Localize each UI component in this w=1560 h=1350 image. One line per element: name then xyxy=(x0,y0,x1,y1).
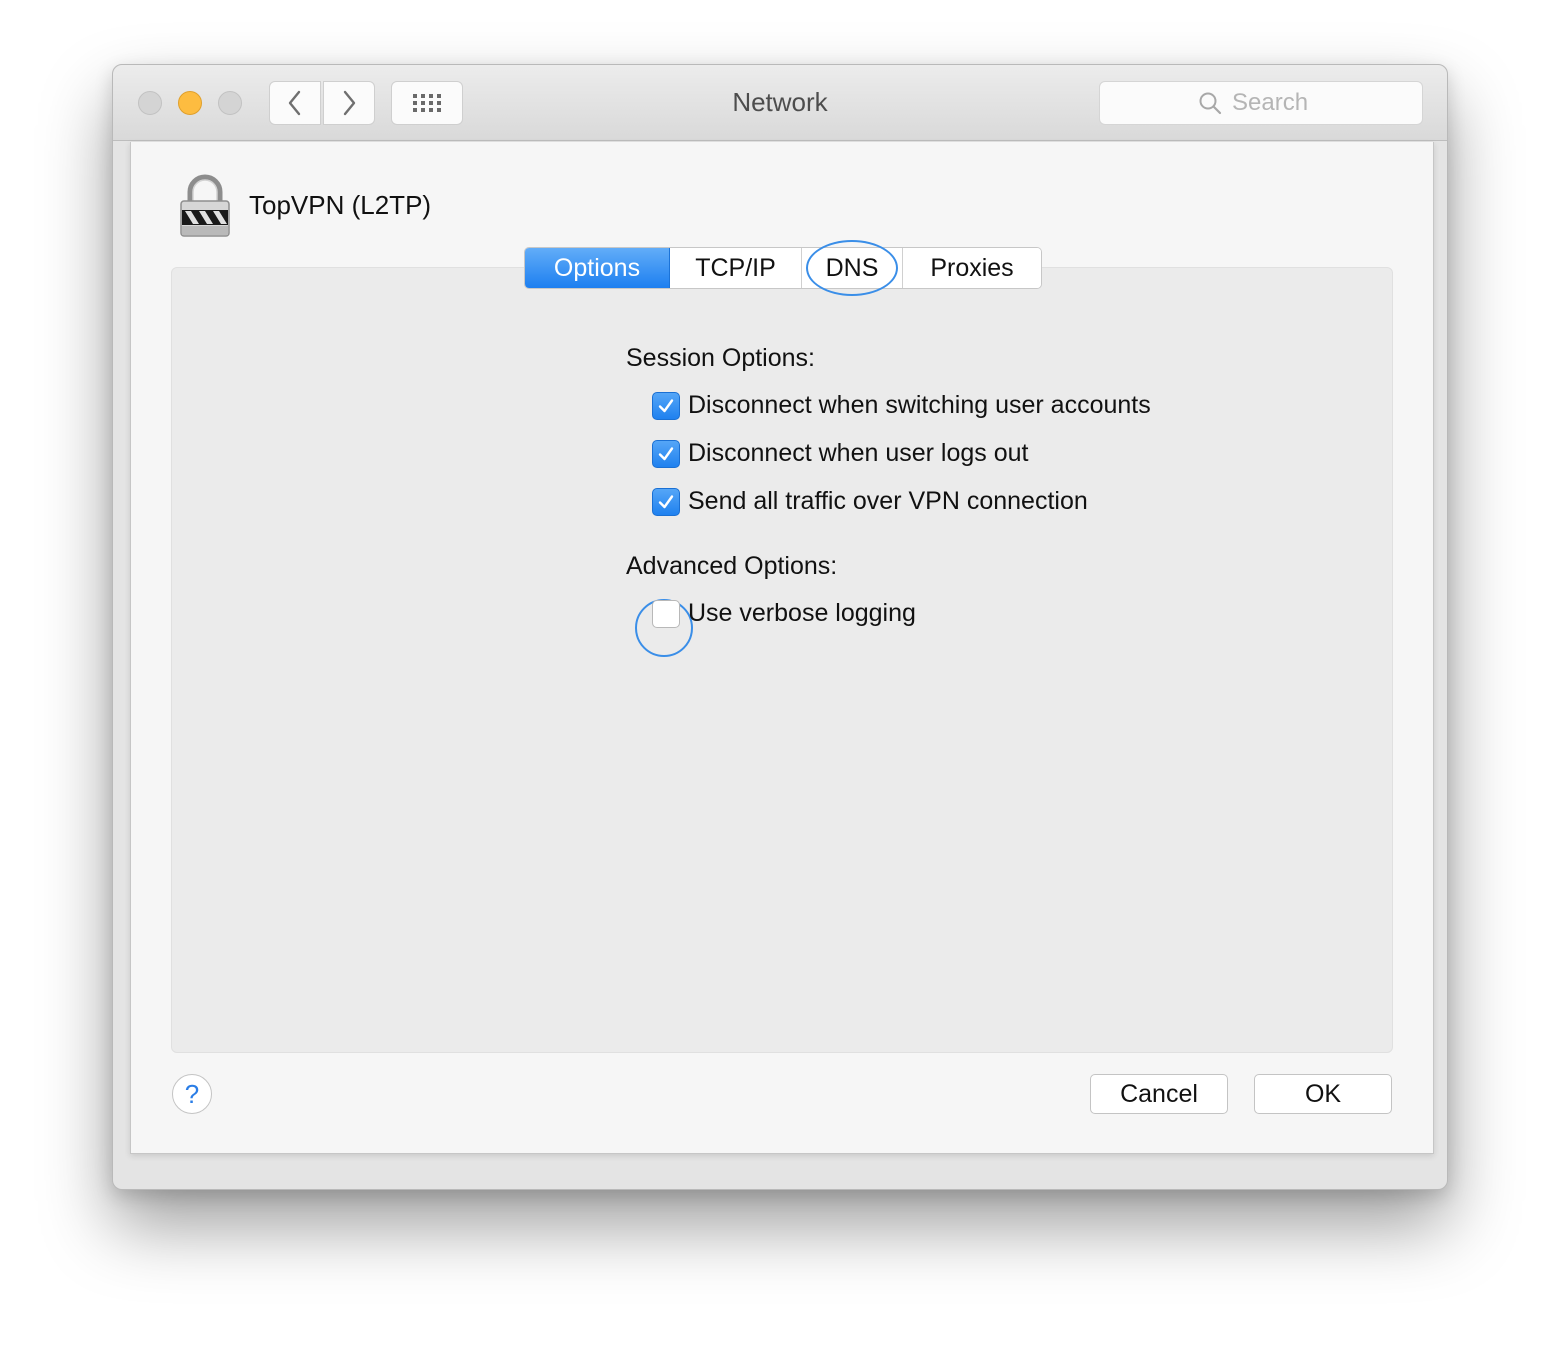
send-all-traffic-checkbox[interactable]: Send all traffic over VPN connection xyxy=(652,487,1088,516)
checkmark-icon xyxy=(658,446,674,460)
search-field[interactable] xyxy=(1099,81,1423,125)
tab-tcpip[interactable]: TCP/IP xyxy=(670,248,802,288)
checkmark-icon xyxy=(658,494,674,508)
checkmark-icon xyxy=(658,398,674,412)
checkbox-label: Use verbose logging xyxy=(688,599,916,627)
ok-button[interactable]: OK xyxy=(1254,1074,1392,1114)
tab-options[interactable]: Options xyxy=(525,248,670,288)
checkbox-checked[interactable] xyxy=(652,439,680,468)
search-input[interactable] xyxy=(1232,89,1324,117)
connection-name: TopVPN (L2TP) xyxy=(249,190,432,220)
tab-dns[interactable]: DNS xyxy=(802,248,903,288)
checkbox-label: Send all traffic over VPN connection xyxy=(688,487,1088,515)
checkbox-label: Disconnect when switching user accounts xyxy=(688,391,1151,419)
checkbox-checked[interactable] xyxy=(652,391,680,420)
disconnect-switching-checkbox[interactable]: Disconnect when switching user accounts xyxy=(652,391,1151,420)
checkbox-label: Disconnect when user logs out xyxy=(688,439,1029,467)
cancel-button[interactable]: Cancel xyxy=(1090,1074,1228,1114)
settings-tab-bar: Options TCP/IP DNS Proxies xyxy=(524,247,1042,289)
options-panel: Session Options: Disconnect when switchi… xyxy=(171,267,1393,1053)
checkbox-unchecked[interactable] xyxy=(652,599,680,628)
network-preferences-window: Network TopVPN (L2TP) Session Options: xyxy=(112,64,1448,1190)
advanced-options-heading: Advanced Options: xyxy=(626,552,838,580)
help-button[interactable]: ? xyxy=(172,1074,212,1114)
checkbox-checked[interactable] xyxy=(652,487,680,516)
disconnect-logout-checkbox[interactable]: Disconnect when user logs out xyxy=(652,439,1028,468)
search-icon xyxy=(1199,92,1222,115)
title-bar: Network xyxy=(113,65,1447,141)
verbose-logging-checkbox[interactable]: Use verbose logging xyxy=(652,599,916,628)
tab-proxies[interactable]: Proxies xyxy=(903,248,1041,288)
advanced-settings-sheet: TopVPN (L2TP) Session Options: Disconnec… xyxy=(130,142,1434,1154)
session-options-heading: Session Options: xyxy=(626,344,815,372)
vpn-lock-icon xyxy=(180,174,230,237)
